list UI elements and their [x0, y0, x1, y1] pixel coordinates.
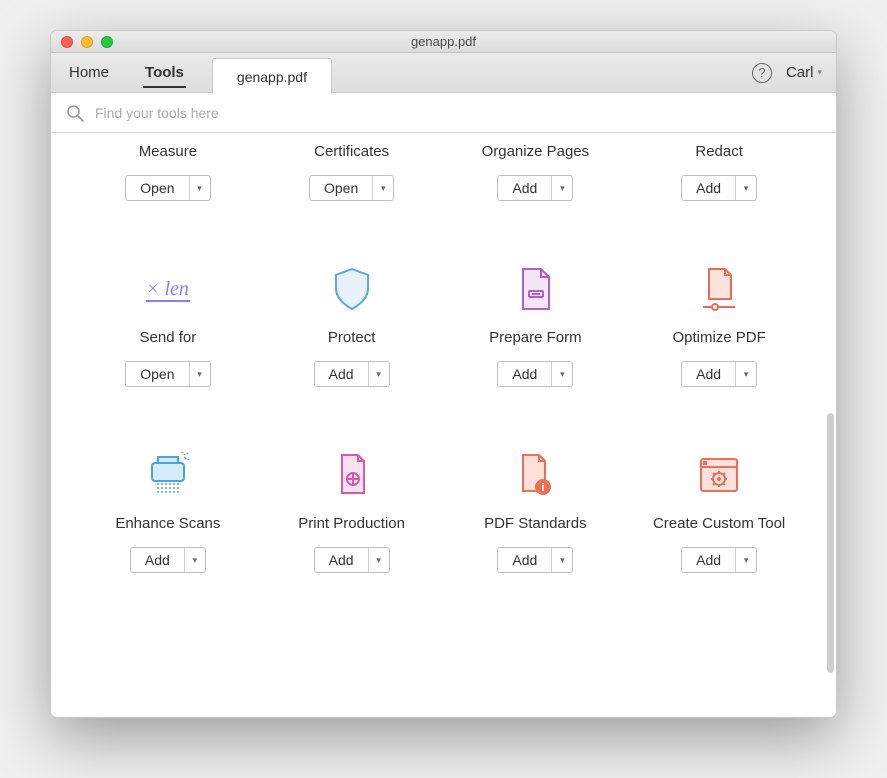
- tool-action-button[interactable]: Add ▾: [497, 547, 573, 573]
- action-label: Add: [131, 548, 185, 572]
- chevron-down-icon[interactable]: ▾: [369, 548, 389, 572]
- tool-action-button[interactable]: Add ▾: [497, 175, 573, 201]
- tool-action-button[interactable]: Add ▾: [130, 547, 206, 573]
- fullscreen-icon[interactable]: [101, 36, 113, 48]
- tool-label: Optimize PDF: [672, 329, 765, 349]
- tool-pdf-standards: i PDF Standards Add ▾: [449, 447, 623, 573]
- action-label: Add: [682, 176, 736, 200]
- tool-send-for: × len Send for Open ▾: [81, 261, 255, 387]
- search-icon: [65, 103, 85, 123]
- chevron-down-icon[interactable]: ▾: [190, 176, 210, 200]
- tool-protect: Protect Add ▾: [265, 261, 439, 387]
- topbar: Home Tools genapp.pdf ? Carl ▾: [51, 53, 836, 93]
- user-menu[interactable]: Carl ▾: [786, 64, 822, 81]
- tab-home[interactable]: Home: [51, 53, 127, 92]
- chevron-down-icon[interactable]: ▾: [736, 548, 756, 572]
- search-input[interactable]: [95, 105, 822, 121]
- tool-action-button[interactable]: Add ▾: [497, 361, 573, 387]
- action-label: Add: [498, 176, 552, 200]
- help-icon[interactable]: ?: [752, 63, 772, 83]
- search-bar: [51, 93, 836, 133]
- tool-enhance-scans: Enhance Scans Add ▾: [81, 447, 255, 573]
- svg-text:i: i: [542, 482, 545, 494]
- window-title: genapp.pdf: [51, 34, 836, 49]
- pdf-standards-icon: i: [507, 447, 563, 503]
- user-name: Carl: [786, 64, 814, 81]
- svg-text:× len: × len: [146, 278, 189, 300]
- close-icon[interactable]: [61, 36, 73, 48]
- chevron-down-icon[interactable]: ▾: [373, 176, 393, 200]
- tools-panel: Measure Open ▾ Certificates Open ▾ Organ…: [51, 133, 836, 717]
- tool-action-button[interactable]: Add ▾: [314, 361, 390, 387]
- action-label: Add: [315, 362, 369, 386]
- action-label: Add: [682, 362, 736, 386]
- tool-label: Measure: [139, 143, 197, 163]
- tab-tools[interactable]: Tools: [127, 53, 202, 92]
- tool-label: Certificates: [314, 143, 389, 163]
- tool-label: Print Production: [298, 515, 405, 535]
- titlebar: genapp.pdf: [51, 31, 836, 53]
- action-label: Open: [126, 362, 189, 386]
- action-label: Open: [126, 176, 189, 200]
- minimize-icon[interactable]: [81, 36, 93, 48]
- tool-certificates: Certificates Open ▾: [265, 143, 439, 201]
- action-label: Add: [682, 548, 736, 572]
- tool-label: PDF Standards: [484, 515, 587, 535]
- custom-tool-icon: [691, 447, 747, 503]
- shield-icon: [324, 261, 380, 317]
- chevron-down-icon[interactable]: ▾: [190, 362, 210, 386]
- app-window: genapp.pdf Home Tools genapp.pdf ? Carl …: [50, 30, 837, 718]
- action-label: Add: [498, 548, 552, 572]
- tool-label: Create Custom Tool: [653, 515, 785, 535]
- tool-action-button[interactable]: Open ▾: [309, 175, 394, 201]
- tool-organize-pages: Organize Pages Add ▾: [449, 143, 623, 201]
- chevron-down-icon[interactable]: ▾: [736, 362, 756, 386]
- chevron-down-icon[interactable]: ▾: [552, 176, 572, 200]
- tool-label: Send for: [140, 329, 197, 349]
- chevron-down-icon[interactable]: ▾: [185, 548, 205, 572]
- tool-optimize-pdf: Optimize PDF Add ▾: [632, 261, 806, 387]
- action-label: Add: [498, 362, 552, 386]
- window-controls: [61, 36, 113, 48]
- tool-label: Enhance Scans: [115, 515, 220, 535]
- action-label: Add: [315, 548, 369, 572]
- form-icon: [507, 261, 563, 317]
- tool-label: Protect: [328, 329, 376, 349]
- tool-create-custom: Create Custom Tool Add ▾: [632, 447, 806, 573]
- action-label: Open: [310, 176, 373, 200]
- tool-measure: Measure Open ▾: [81, 143, 255, 201]
- chevron-down-icon: ▾: [817, 67, 822, 78]
- chevron-down-icon[interactable]: ▾: [552, 362, 572, 386]
- chevron-down-icon[interactable]: ▾: [736, 176, 756, 200]
- tool-redact: Redact Add ▾: [632, 143, 806, 201]
- tool-label: Prepare Form: [489, 329, 582, 349]
- scanner-icon: [140, 447, 196, 503]
- chevron-down-icon[interactable]: ▾: [369, 362, 389, 386]
- tool-action-button[interactable]: Add ▾: [314, 547, 390, 573]
- tool-action-button[interactable]: Add ▾: [681, 361, 757, 387]
- signature-icon: × len: [140, 261, 196, 317]
- tool-action-button[interactable]: Open ▾: [125, 175, 210, 201]
- scrollbar[interactable]: [827, 413, 834, 673]
- tool-prepare-form: Prepare Form Add ▾: [449, 261, 623, 387]
- tool-action-button[interactable]: Add ▾: [681, 175, 757, 201]
- document-tab[interactable]: genapp.pdf: [212, 58, 332, 94]
- print-production-icon: [324, 447, 380, 503]
- optimize-icon: [691, 261, 747, 317]
- tool-label: Organize Pages: [482, 143, 590, 163]
- tool-print-production: Print Production Add ▾: [265, 447, 439, 573]
- tool-label: Redact: [695, 143, 743, 163]
- tool-action-button[interactable]: Add ▾: [681, 547, 757, 573]
- tool-action-button[interactable]: Open ▾: [125, 361, 210, 387]
- chevron-down-icon[interactable]: ▾: [552, 548, 572, 572]
